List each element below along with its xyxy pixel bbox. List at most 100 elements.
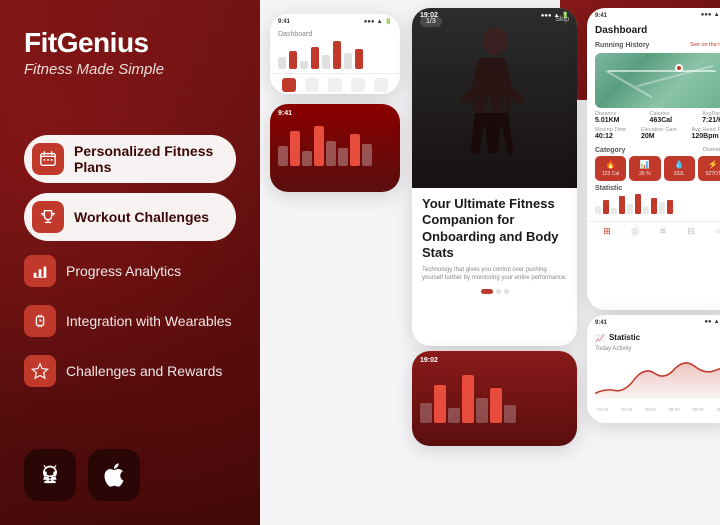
store-buttons xyxy=(24,449,236,501)
db-stat-bars xyxy=(595,194,720,214)
stat-mini-content: Dashboard xyxy=(270,27,400,73)
cat-water: 💧 332L xyxy=(664,156,695,181)
stat-bar-7 xyxy=(344,53,352,69)
col2: 19:02 ●●● ▲ 🔋 1/3 Skip xyxy=(409,8,580,446)
phones-container: 9:41 ●●● ▲ 🔋 Dashboard xyxy=(260,0,400,525)
nav-stats[interactable]: ≋ xyxy=(659,226,667,237)
dashboard-content: Dashboard Running History See on the map… xyxy=(587,21,720,218)
stat-small-content: 📈 Statistic Today Activity xyxy=(587,328,720,417)
db-statistic-section: Statistic xyxy=(595,185,720,214)
onboard-content: Your Ultimate Fitness Companion for Onbo… xyxy=(412,188,577,302)
status-icons: ●●● ▲ 🔋 xyxy=(364,18,392,25)
db-stats-row-2: Moving Time 40:12 Elevation Gain 20M Avg… xyxy=(595,127,720,140)
stat-bar-2 xyxy=(289,51,297,69)
nav-icon-1[interactable] xyxy=(282,78,296,92)
stat-bar-4 xyxy=(311,47,319,69)
category-overview: Overview › xyxy=(703,147,720,153)
db-map xyxy=(595,53,720,108)
db-status-icons: ●●● ▲ 🔋 xyxy=(701,12,720,19)
feature-label-workout-challenges: Workout Challenges xyxy=(74,209,209,225)
stat-avg-pace: AvgPace 7:21/KM xyxy=(702,111,720,124)
star-icon xyxy=(24,355,56,387)
stat-bar-5 xyxy=(322,55,330,69)
nav-icon-3[interactable] xyxy=(328,78,342,92)
person-figure xyxy=(450,23,540,188)
stat-small-sub: Today Activity xyxy=(595,346,720,352)
statistic-bottom-screen: 9:41 xyxy=(270,104,400,192)
calendar-icon xyxy=(32,143,64,175)
stat-wave-chart xyxy=(595,356,720,401)
ios-store-button[interactable] xyxy=(88,449,140,501)
see-on-map[interactable]: See on the map xyxy=(690,42,720,48)
bottom-phone-time: 19:02 xyxy=(420,357,569,364)
stat-bar-1 xyxy=(278,57,286,69)
nav-home[interactable]: ⊞ xyxy=(603,226,611,237)
stat-bars xyxy=(278,41,392,69)
features-list: Personalized Fitness Plans Workout Chall… xyxy=(24,135,236,391)
onboarding-phone: 19:02 ●●● ▲ 🔋 1/3 Skip xyxy=(412,8,577,346)
brand-name: FitGenius xyxy=(24,28,236,59)
db-stats-row-1: Distance 5.01KM Calories 463Cal AvgPace … xyxy=(595,111,720,124)
nav-icon-2[interactable] xyxy=(305,78,319,92)
onboarding-hero: 19:02 ●●● ▲ 🔋 1/3 Skip xyxy=(412,8,577,188)
db-time: 9:41 xyxy=(595,13,607,19)
stat-status-bar: 9:41 ●● ▲ 🔋 xyxy=(587,315,720,328)
onboard-time: 19:02 xyxy=(420,12,438,19)
stat-phone-time: 9:41 xyxy=(595,320,607,326)
bottom-small-content: 9:41 xyxy=(270,104,400,192)
brand-section: FitGenius Fitness Made Simple xyxy=(24,28,236,78)
nav-icon-5[interactable] xyxy=(374,78,388,92)
col1: 9:41 ●●● ▲ 🔋 Dashboard xyxy=(266,8,404,198)
feature-wearables[interactable]: Integration with Wearables xyxy=(24,301,236,341)
dot-3[interactable] xyxy=(504,289,509,294)
left-panel: FitGenius Fitness Made Simple Personaliz… xyxy=(0,0,260,525)
right-panel: 9:41 ●●● ▲ 🔋 Dashboard xyxy=(260,0,720,525)
feature-label-wearables: Integration with Wearables xyxy=(66,313,232,329)
onboard-desc: Technology that gives you control over p… xyxy=(422,266,567,283)
category-title: Category xyxy=(595,147,625,154)
chart-icon xyxy=(24,255,56,287)
dot-2[interactable] xyxy=(496,289,501,294)
category-grid: 🔥 123 Cal 📊 35 % 💧 332L ⚡ xyxy=(595,156,720,181)
stat-elevation: Elevation Gain 20M xyxy=(641,127,677,140)
feature-challenges-rewards[interactable]: Challenges and Rewards xyxy=(24,351,236,391)
android-store-button[interactable] xyxy=(24,449,76,501)
trophy-icon xyxy=(32,201,64,233)
stat-heart-rate: Avg Heart Rate 120Bpm xyxy=(691,127,720,140)
dashboard-phone: 9:41 ●●● ▲ 🔋 Dashboard Running History S… xyxy=(587,8,720,310)
cat-energy: ⚡ 52?OT xyxy=(698,156,720,181)
feature-label-personalized-plans: Personalized Fitness Plans xyxy=(74,143,222,175)
db-title: Dashboard xyxy=(595,25,720,36)
nav-profile[interactable]: ○ xyxy=(715,226,720,237)
feature-progress-analytics[interactable]: Progress Analytics xyxy=(24,251,236,291)
feature-personalized-plans[interactable]: Personalized Fitness Plans xyxy=(24,135,236,183)
feature-label-progress-analytics: Progress Analytics xyxy=(66,263,181,279)
dot-1[interactable] xyxy=(481,289,493,294)
onboard-dots xyxy=(422,289,567,294)
watch-icon xyxy=(24,305,56,337)
cat-percent: 📊 35 % xyxy=(629,156,660,181)
onboard-bottom-phone: 19:02 xyxy=(412,351,577,446)
db-bottom-nav: ⊞ ◎ ≋ ⊟ ○ xyxy=(587,221,720,241)
onboard-title: Your Ultimate Fitness Companion for Onbo… xyxy=(422,196,567,261)
nav-icon-4[interactable] xyxy=(351,78,365,92)
feature-workout-challenges[interactable]: Workout Challenges xyxy=(24,193,236,241)
nav-settings[interactable]: ⊟ xyxy=(687,226,695,237)
dashboard-status-bar: 9:41 ●●● ▲ 🔋 xyxy=(587,8,720,21)
col3: 9:41 ●●● ▲ 🔋 Dashboard Running History S… xyxy=(585,8,720,423)
stat-time: 9:41 xyxy=(278,19,290,25)
stat-bar-3 xyxy=(300,61,308,69)
feature-label-challenges-rewards: Challenges and Rewards xyxy=(66,363,222,379)
stat-bar-6 xyxy=(333,41,341,69)
onboard-status: ●●● ▲ 🔋 xyxy=(541,12,569,19)
stat-distance: Distance 5.01KM xyxy=(595,111,620,124)
stat-moving-time: Moving Time 40:12 xyxy=(595,127,626,140)
stat-nav-icons xyxy=(270,73,400,94)
brand-tagline: Fitness Made Simple xyxy=(24,61,236,78)
cat-calories: 🔥 123 Cal xyxy=(595,156,626,181)
bottom-chart-2 xyxy=(420,368,569,423)
stat-bar-8 xyxy=(355,49,363,69)
stat-small-title: Statistic xyxy=(609,333,640,342)
statistic-mini-screen: 9:41 ●●● ▲ 🔋 Dashboard xyxy=(270,14,400,94)
nav-activity[interactable]: ◎ xyxy=(631,226,639,237)
